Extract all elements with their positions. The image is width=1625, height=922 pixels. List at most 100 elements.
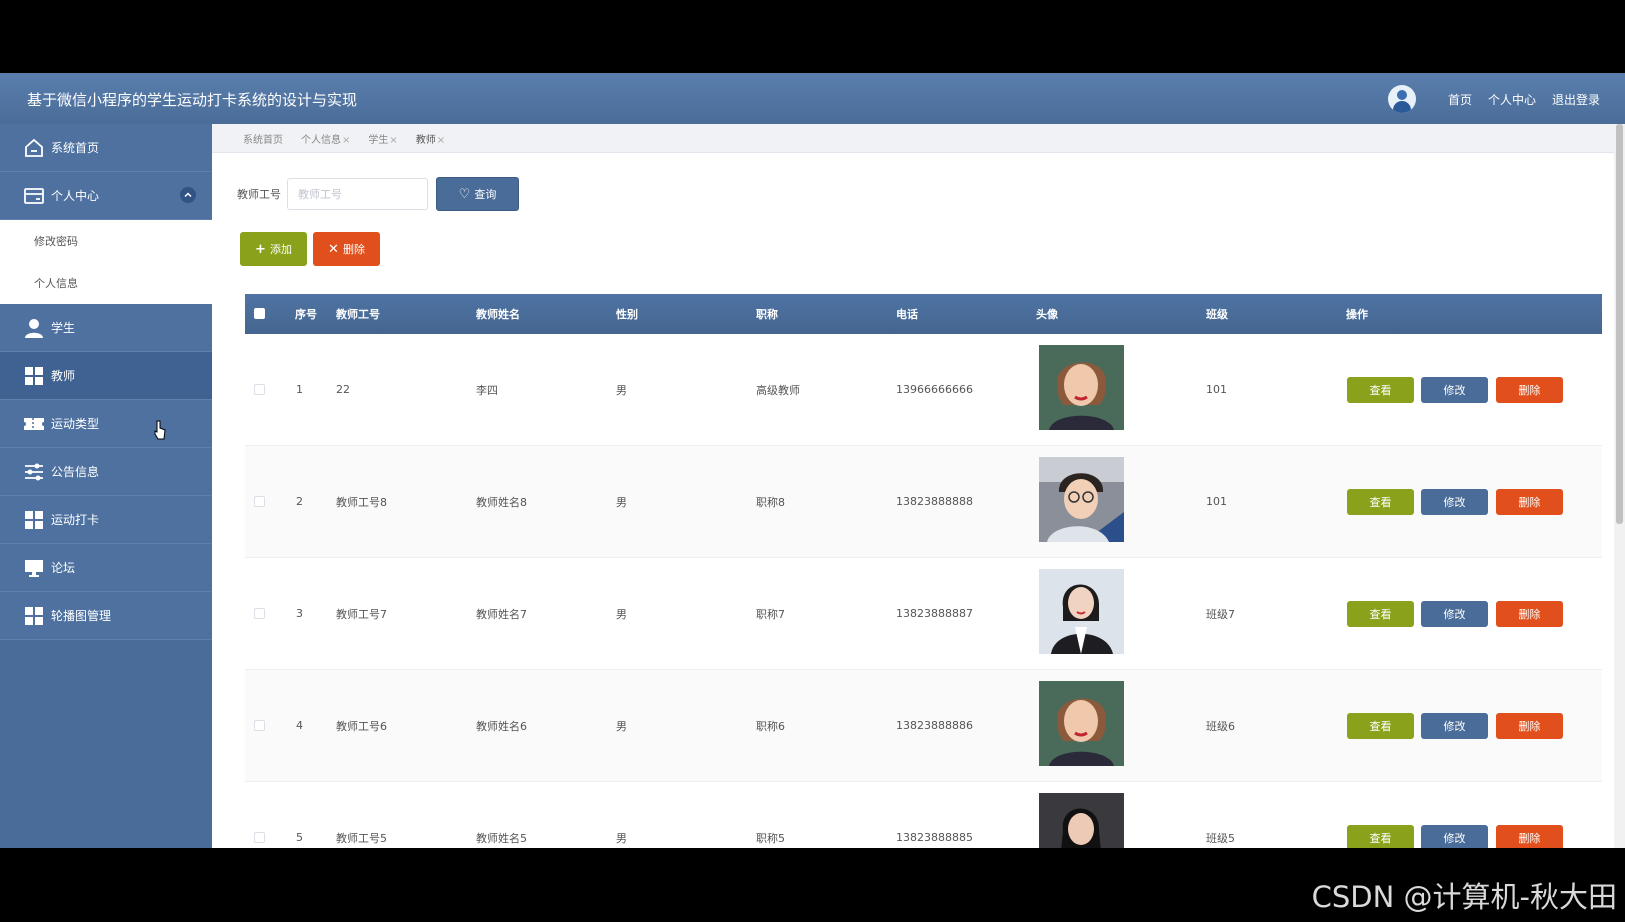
view-button[interactable]: 查看 [1347, 377, 1414, 403]
delete-button[interactable]: 删除 [1496, 601, 1563, 627]
teacher-id: 教师工号7 [336, 607, 387, 621]
scrollbar-thumb[interactable] [1616, 124, 1623, 524]
app-title: 基于微信小程序的学生运动打卡系统的设计与实现 [27, 91, 358, 109]
view-button[interactable]: 查看 [1347, 825, 1414, 848]
column-header: 教师姓名 [476, 308, 520, 321]
home-link[interactable]: 首页 [1448, 91, 1472, 108]
table-row: 5 教师工号5 教师姓名5 男 职称5 13823888885 班级5 查看 修… [245, 782, 1602, 848]
page-scrollbar[interactable] [1614, 124, 1625, 848]
column-header: 操作 [1346, 308, 1368, 321]
delete-button[interactable]: 删除 [1496, 489, 1563, 515]
tab-students[interactable]: 学生× [368, 131, 397, 146]
delete-button[interactable]: 删除 [1496, 377, 1563, 403]
sidebar-item-label: 论坛 [51, 561, 76, 575]
submenu-personal-info[interactable]: 个人信息 [0, 262, 212, 304]
sidebar-item-profile-center[interactable]: 个人中心 [0, 172, 212, 220]
row-checkbox[interactable] [254, 720, 265, 731]
sidebar-item-announcements[interactable]: 公告信息 [0, 448, 212, 496]
monitor-icon [23, 557, 45, 579]
add-button[interactable]: + 添加 [240, 232, 307, 266]
job-title: 职称8 [756, 495, 785, 509]
gender: 男 [616, 383, 627, 397]
class: 101 [1206, 495, 1227, 508]
sidebar-item-label: 轮播图管理 [51, 609, 112, 623]
sidebar-item-sport-types[interactable]: 运动类型 [0, 400, 212, 448]
sidebar: 系统首页 个人中心 修改密码 个人信息 学生 教师 运动类型 公告信息 运动打卡… [0, 124, 212, 848]
submenu-change-password[interactable]: 修改密码 [0, 220, 212, 262]
table-row: 2 教师工号8 教师姓名8 男 职称8 13823888888 101 查看 修… [245, 446, 1602, 558]
heart-icon: ♡ [458, 186, 471, 202]
view-button[interactable]: 查看 [1347, 489, 1414, 515]
phone: 13823888886 [896, 719, 973, 732]
row-checkbox[interactable] [254, 384, 265, 395]
top-letterbox [0, 0, 1625, 73]
row-no: 3 [296, 607, 303, 620]
job-title: 职称6 [756, 719, 785, 733]
column-header: 性别 [616, 308, 638, 321]
tab-personal-info[interactable]: 个人信息× [301, 131, 350, 146]
edit-button[interactable]: 修改 [1421, 489, 1488, 515]
logout-link[interactable]: 退出登录 [1552, 91, 1600, 108]
job-title: 职称7 [756, 607, 785, 621]
class: 班级7 [1206, 607, 1235, 621]
sidebar-item-sport-checkin[interactable]: 运动打卡 [0, 496, 212, 544]
query-button[interactable]: ♡ 查询 [436, 177, 519, 211]
tab-system-home[interactable]: 系统首页 [243, 131, 283, 146]
sidebar-item-label: 学生 [51, 321, 76, 335]
chevron-up-icon[interactable] [180, 187, 196, 203]
bulk-delete-button[interactable]: ✕ 删除 [313, 232, 380, 266]
watermark: CSDN @计算机-秋大田 [1311, 880, 1617, 914]
teacher-name: 教师姓名5 [476, 831, 527, 845]
edit-button[interactable]: 修改 [1421, 601, 1488, 627]
teacher-id-search-input[interactable] [287, 178, 428, 210]
class: 101 [1206, 383, 1227, 396]
delete-button[interactable]: 删除 [1496, 713, 1563, 739]
home-icon [23, 137, 45, 159]
job-title: 高级教师 [756, 383, 800, 397]
gender: 男 [616, 719, 627, 733]
row-no: 2 [296, 495, 303, 508]
column-header: 电话 [896, 308, 918, 321]
avatar[interactable] [1387, 85, 1416, 113]
main-content: 系统首页 个人信息× 学生× 教师× 教师工号 ♡ 查询 +添加 ✕删除 序号 … [212, 124, 1625, 848]
tab-teachers[interactable]: 教师× [416, 131, 445, 146]
edit-button[interactable]: 修改 [1421, 713, 1488, 739]
row-checkbox[interactable] [254, 832, 265, 843]
edit-button[interactable]: 修改 [1421, 377, 1488, 403]
sidebar-item-students[interactable]: 学生 [0, 304, 212, 352]
teacher-table: 序号 教师工号 教师姓名 性别 职称 电话 头像 班级 操作 1 22 李四 男… [245, 294, 1602, 848]
edit-button[interactable]: 修改 [1421, 825, 1488, 848]
profile-center-link[interactable]: 个人中心 [1488, 91, 1536, 108]
sidebar-item-forum[interactable]: 论坛 [0, 544, 212, 592]
close-icon[interactable]: × [389, 135, 397, 146]
grid-icon [23, 605, 45, 627]
row-checkbox[interactable] [254, 608, 265, 619]
teacher-name: 李四 [476, 383, 498, 397]
table-row: 3 教师工号7 教师姓名7 男 职称7 13823888887 班级7 查看 修… [245, 558, 1602, 670]
table-row: 1 22 李四 男 高级教师 13966666666 101 查看 修改 删除 [245, 334, 1602, 446]
teacher-id: 教师工号6 [336, 719, 387, 733]
sidebar-item-label: 个人中心 [51, 189, 100, 203]
close-icon[interactable]: × [437, 135, 445, 146]
select-all-checkbox[interactable] [254, 308, 265, 319]
search-bar: 教师工号 ♡ 查询 [237, 177, 519, 211]
sidebar-item-home[interactable]: 系统首页 [0, 124, 212, 172]
sidebar-item-teachers[interactable]: 教师 [0, 352, 212, 400]
delete-button[interactable]: 删除 [1496, 825, 1563, 848]
gender: 男 [616, 607, 627, 621]
view-button[interactable]: 查看 [1347, 713, 1414, 739]
gender: 男 [616, 831, 627, 845]
sliders-icon [23, 461, 45, 483]
table-header: 序号 教师工号 教师姓名 性别 职称 电话 头像 班级 操作 [245, 294, 1602, 334]
column-header: 序号 [295, 308, 317, 321]
close-icon[interactable]: × [342, 135, 350, 146]
sidebar-item-carousel[interactable]: 轮播图管理 [0, 592, 212, 640]
grid-icon [23, 365, 45, 387]
teacher-id: 22 [336, 383, 350, 396]
sidebar-item-label: 公告信息 [51, 465, 100, 479]
row-checkbox[interactable] [254, 496, 265, 507]
column-header: 教师工号 [336, 308, 380, 321]
view-button[interactable]: 查看 [1347, 601, 1414, 627]
teacher-id: 教师工号5 [336, 831, 387, 845]
teacher-id: 教师工号8 [336, 495, 387, 509]
